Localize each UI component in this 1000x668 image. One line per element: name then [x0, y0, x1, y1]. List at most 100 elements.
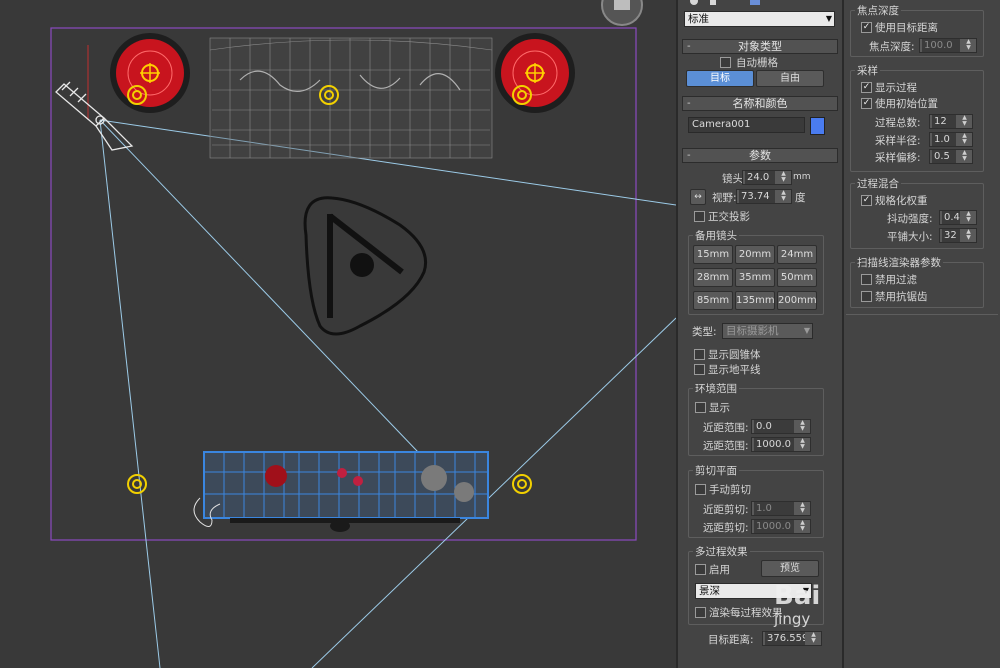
fov-direction-button[interactable]: ↔ — [690, 189, 706, 205]
lens-35mm-button[interactable]: 35mm — [735, 268, 775, 287]
preview-button[interactable]: 预览 — [761, 560, 819, 577]
env-near-value[interactable]: 0.0 — [754, 420, 794, 433]
dither-spinner[interactable]: 0.4 ▲ ▼ — [939, 210, 977, 225]
lens-135mm-button[interactable]: 135mm — [735, 291, 775, 310]
env-show-checkbox[interactable] — [695, 402, 706, 413]
spinner-arrows-icon[interactable]: ▲ ▼ — [963, 39, 974, 51]
object-type-header[interactable]: - 对象类型 — [682, 39, 838, 54]
env-far-spinner[interactable]: 1000.0 ▲ ▼ — [751, 437, 811, 452]
auto-grid-checkbox[interactable] — [720, 57, 731, 68]
name-input[interactable]: Camera001 — [688, 117, 805, 133]
clip-near-spinner[interactable]: 1.0 ▲ ▼ — [751, 501, 811, 516]
env-far-value[interactable]: 1000.0 — [754, 438, 794, 451]
use-original-checkbox[interactable]: ✓ — [861, 98, 872, 109]
sample-radius-spinner[interactable]: 1.0 ▲ ▼ — [929, 132, 973, 147]
collapse-icon[interactable]: - — [687, 40, 691, 53]
focal-depth-spinner[interactable]: 100.0 ▲ ▼ — [919, 38, 977, 53]
fov-value[interactable]: 73.74 — [739, 190, 775, 203]
type-label: 类型: — [692, 326, 717, 338]
spinner-arrows-icon[interactable]: ▲ ▼ — [963, 229, 974, 241]
sample-radius-value[interactable]: 1.0 — [932, 133, 956, 146]
target-button[interactable]: 目标 — [686, 70, 754, 87]
spinner-arrows-icon[interactable]: ▲ ▼ — [963, 211, 974, 223]
show-passes-checkbox[interactable]: ✓ — [861, 82, 872, 93]
spinner-arrows-icon[interactable]: ▲ ▼ — [797, 502, 808, 514]
manual-clip-label: 手动剪切 — [709, 484, 751, 496]
fov-spinner[interactable]: 73.74 ▲ ▼ — [736, 189, 792, 204]
ortho-checkbox[interactable] — [694, 211, 705, 222]
env-near-spinner[interactable]: 0.0 ▲ ▼ — [751, 419, 811, 434]
lens-value[interactable]: 24.0 — [745, 171, 775, 184]
focal-depth-value[interactable]: 100.0 — [922, 39, 960, 52]
total-passes-value[interactable]: 12 — [932, 115, 956, 128]
tile-size-spinner[interactable]: 32 ▲ ▼ — [939, 228, 977, 243]
sphere-icon[interactable] — [690, 0, 698, 5]
camera-category-icon[interactable] — [750, 0, 760, 5]
lens-50mm-button[interactable]: 50mm — [777, 268, 817, 287]
show-cone-checkbox[interactable] — [694, 349, 705, 360]
manual-clip-checkbox[interactable] — [695, 484, 706, 495]
spinner-arrows-icon[interactable]: ▲ ▼ — [959, 150, 970, 162]
lens-28mm-button[interactable]: 28mm — [693, 268, 733, 287]
render-each-checkbox[interactable] — [695, 607, 706, 618]
spinner-arrows-icon[interactable]: ▲ ▼ — [778, 171, 789, 183]
object-type-rollout: - 对象类型 自动栅格 目标 自由 — [682, 39, 838, 91]
use-original-label: 使用初始位置 — [875, 98, 938, 110]
lens-20mm-button[interactable]: 20mm — [735, 245, 775, 264]
scanline-title: 扫描线渲染器参数 — [855, 255, 943, 270]
lens-spinner[interactable]: 24.0 ▲ ▼ — [742, 170, 792, 185]
spinner-arrows-icon[interactable]: ▲ ▼ — [797, 520, 808, 532]
lens-24mm-button[interactable]: 24mm — [777, 245, 817, 264]
viewport-canvas[interactable] — [0, 0, 676, 668]
name-color-rollout: - 名称和颜色 Camera001 — [682, 96, 838, 140]
normalize-weights-checkbox[interactable]: ✓ — [861, 195, 872, 206]
type-dropdown-value: 目标摄影机 — [726, 325, 779, 337]
spinner-arrows-icon[interactable]: ▲ ▼ — [778, 190, 789, 202]
lens-85mm-button[interactable]: 85mm — [693, 291, 733, 310]
clip-far-value[interactable]: 1000.0 — [754, 520, 794, 533]
fov-unit: 度 — [795, 192, 806, 204]
show-horizon-checkbox[interactable] — [694, 364, 705, 375]
render-each-label: 渲染每过程效果 — [709, 607, 783, 619]
dof-group: 焦点深度 ✓ 使用目标距离 焦点深度: 100.0 ▲ ▼ — [850, 3, 984, 57]
collapse-icon[interactable]: - — [687, 149, 691, 162]
spinner-arrows-icon[interactable]: ▲ ▼ — [959, 133, 970, 145]
dither-value[interactable]: 0.4 — [942, 211, 960, 224]
lens-200mm-button[interactable]: 200mm — [777, 291, 817, 310]
name-color-header[interactable]: - 名称和颜色 — [682, 96, 838, 111]
clip-far-spinner[interactable]: 1000.0 ▲ ▼ — [751, 519, 811, 534]
disable-filter-checkbox[interactable] — [861, 274, 872, 285]
collapse-icon[interactable]: - — [687, 97, 691, 110]
spinner-arrows-icon[interactable]: ▲ ▼ — [797, 420, 808, 432]
spinner-arrows-icon[interactable]: ▲ ▼ — [797, 438, 808, 450]
free-button[interactable]: 自由 — [756, 70, 824, 87]
show-horizon-label: 显示地平线 — [708, 364, 761, 376]
color-swatch[interactable] — [810, 117, 825, 135]
spinner-arrows-icon[interactable]: ▲ ▼ — [959, 115, 970, 127]
clip-far-label: 远距剪切: — [703, 522, 749, 534]
type-dropdown[interactable]: 目标摄影机 ▼ — [722, 323, 813, 339]
total-passes-spinner[interactable]: 12 ▲ ▼ — [929, 114, 973, 129]
lens-15mm-button[interactable]: 15mm — [693, 245, 733, 264]
sample-bias-spinner[interactable]: 0.5 ▲ ▼ — [929, 149, 973, 164]
ortho-label: 正交投影 — [708, 211, 750, 223]
effect-dropdown-value: 景深 — [699, 585, 720, 597]
use-target-distance-checkbox[interactable]: ✓ — [861, 22, 872, 33]
toolbar-icons-row — [678, 0, 842, 8]
parameters-title: 参数 — [749, 149, 771, 162]
env-far-label: 远距范围: — [703, 440, 749, 452]
sample-bias-value[interactable]: 0.5 — [932, 150, 956, 163]
blending-title: 过程混合 — [855, 176, 901, 191]
disable-aa-checkbox[interactable] — [861, 291, 872, 302]
env-ranges-group: 环境范围 显示 近距范围: 0.0 ▲ ▼ 远距范围: 1000.0 ▲ ▼ — [688, 381, 824, 456]
camera-fov-lines — [99, 119, 676, 668]
top-viewport[interactable] — [0, 0, 676, 668]
tile-size-value[interactable]: 32 — [942, 229, 960, 242]
multipass-enable-checkbox[interactable] — [695, 564, 706, 575]
clip-near-value[interactable]: 1.0 — [754, 502, 794, 515]
standard-dropdown[interactable]: 标准 ▼ — [684, 11, 835, 27]
shape-icon[interactable] — [710, 0, 716, 5]
parameters-header[interactable]: - 参数 — [682, 148, 838, 163]
watermark-line2: jingy — [774, 610, 811, 628]
env-near-label: 近距范围: — [703, 422, 749, 434]
